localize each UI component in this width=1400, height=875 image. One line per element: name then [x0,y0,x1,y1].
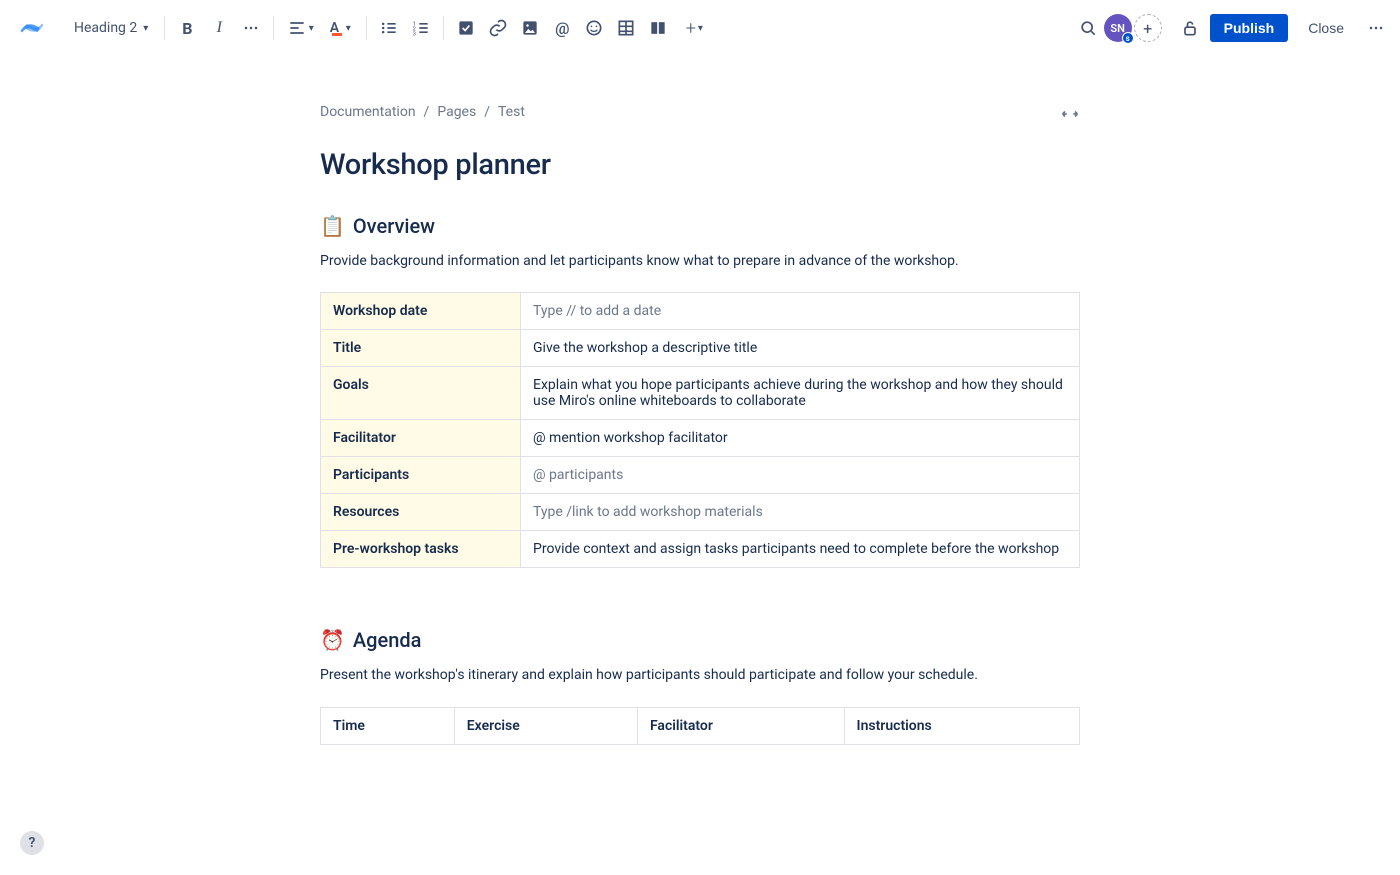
bullet-list-button[interactable] [373,12,405,44]
table-row-label[interactable]: Facilitator [321,420,521,457]
toolbar-divider [273,16,274,40]
table-row-value[interactable]: Explain what you hope participants achie… [521,367,1080,420]
avatar-initials: SN [1110,22,1125,35]
table-row[interactable]: Pre-workshop tasksProvide context and as… [321,531,1080,568]
overview-heading-text: Overview [353,214,435,238]
close-button[interactable]: Close [1296,14,1356,42]
action-item-button[interactable] [450,12,482,44]
more-actions-button[interactable] [1360,12,1392,44]
table-row[interactable]: Participants@ participants [321,457,1080,494]
table-row[interactable]: TitleGive the workshop a descriptive tit… [321,330,1080,367]
toolbar-divider [164,16,165,40]
block-style-select[interactable]: Heading 2 ▾ [64,14,158,42]
agenda-table[interactable]: TimeExerciseFacilitatorInstructions [320,707,1080,745]
table-row-value[interactable]: Type // to add a date [521,293,1080,330]
breadcrumb-link[interactable]: Test [498,104,525,120]
overview-table[interactable]: Workshop dateType // to add a dateTitleG… [320,292,1080,568]
table-row-label[interactable]: Participants [321,457,521,494]
find-replace-button[interactable] [1072,12,1104,44]
chevron-down-icon: ▾ [143,23,148,34]
table-row[interactable]: Facilitator@ mention workshop facilitato… [321,420,1080,457]
table-column-header[interactable]: Time [321,707,455,744]
table-row-label[interactable]: Title [321,330,521,367]
editor-toolbar: Heading 2 ▾ B I ▾ A ▾ 123 @ [0,0,1400,56]
invite-button[interactable]: + [1134,14,1162,42]
chevron-down-icon: ▾ [346,23,351,34]
alignment-button[interactable]: ▾ [280,12,320,44]
table-row-label[interactable]: Pre-workshop tasks [321,531,521,568]
table-column-header[interactable]: Facilitator [637,707,844,744]
page-title[interactable]: Workshop planner [320,148,1080,182]
toolbar-divider [366,16,367,40]
agenda-description[interactable]: Present the workshop's itinerary and exp… [320,664,1080,686]
avatar-badge: s [1122,32,1134,44]
help-button[interactable]: ? [20,831,44,855]
table-row-value[interactable]: Type /link to add workshop materials [521,494,1080,531]
chevron-down-icon: ▾ [309,23,314,34]
numbered-list-button[interactable]: 123 [405,12,437,44]
overview-description[interactable]: Provide background information and let p… [320,250,1080,272]
table-row[interactable]: Workshop dateType // to add a date [321,293,1080,330]
table-row-value[interactable]: @ participants [521,457,1080,494]
mention-button[interactable]: @ [546,12,578,44]
overview-heading[interactable]: 📋 Overview [320,214,1080,238]
table-column-header[interactable]: Exercise [454,707,637,744]
alarm-clock-emoji-icon: ⏰ [320,628,345,652]
table-button[interactable] [610,12,642,44]
publish-button[interactable]: Publish [1210,14,1289,42]
layouts-button[interactable] [642,12,674,44]
page-width-toggle[interactable] [1060,104,1080,128]
table-row-value[interactable]: Give the workshop a descriptive title [521,330,1080,367]
table-row-label[interactable]: Workshop date [321,293,521,330]
breadcrumb-link[interactable]: Documentation [320,104,416,120]
breadcrumb: Documentation / Pages / Test [320,104,1080,120]
restrictions-button[interactable] [1174,12,1206,44]
clipboard-emoji-icon: 📋 [320,214,345,238]
image-button[interactable] [514,12,546,44]
user-avatar[interactable]: SN s [1104,14,1132,42]
table-row-value[interactable]: Provide context and assign tasks partici… [521,531,1080,568]
svg-text:3: 3 [413,32,416,38]
italic-button[interactable]: I [203,12,235,44]
toolbar-divider [443,16,444,40]
block-style-label: Heading 2 [74,20,137,36]
confluence-logo-icon[interactable] [20,16,44,40]
breadcrumb-link[interactable]: Pages [437,104,476,120]
text-color-button[interactable]: A ▾ [320,12,360,44]
bold-button[interactable]: B [171,12,203,44]
chevron-down-icon: ▾ [698,23,703,34]
table-row-label[interactable]: Goals [321,367,521,420]
table-row-value[interactable]: @ mention workshop facilitator [521,420,1080,457]
agenda-heading[interactable]: ⏰ Agenda [320,628,1080,652]
table-row[interactable]: GoalsExplain what you hope participants … [321,367,1080,420]
table-row-label[interactable]: Resources [321,494,521,531]
table-column-header[interactable]: Instructions [844,707,1079,744]
more-formatting-button[interactable] [235,12,267,44]
agenda-heading-text: Agenda [353,628,422,652]
insert-button[interactable]: + ▾ [674,12,714,44]
page-content[interactable]: Documentation / Pages / Test Workshop pl… [320,56,1080,745]
link-button[interactable] [482,12,514,44]
emoji-button[interactable] [578,12,610,44]
table-row[interactable]: ResourcesType /link to add workshop mate… [321,494,1080,531]
